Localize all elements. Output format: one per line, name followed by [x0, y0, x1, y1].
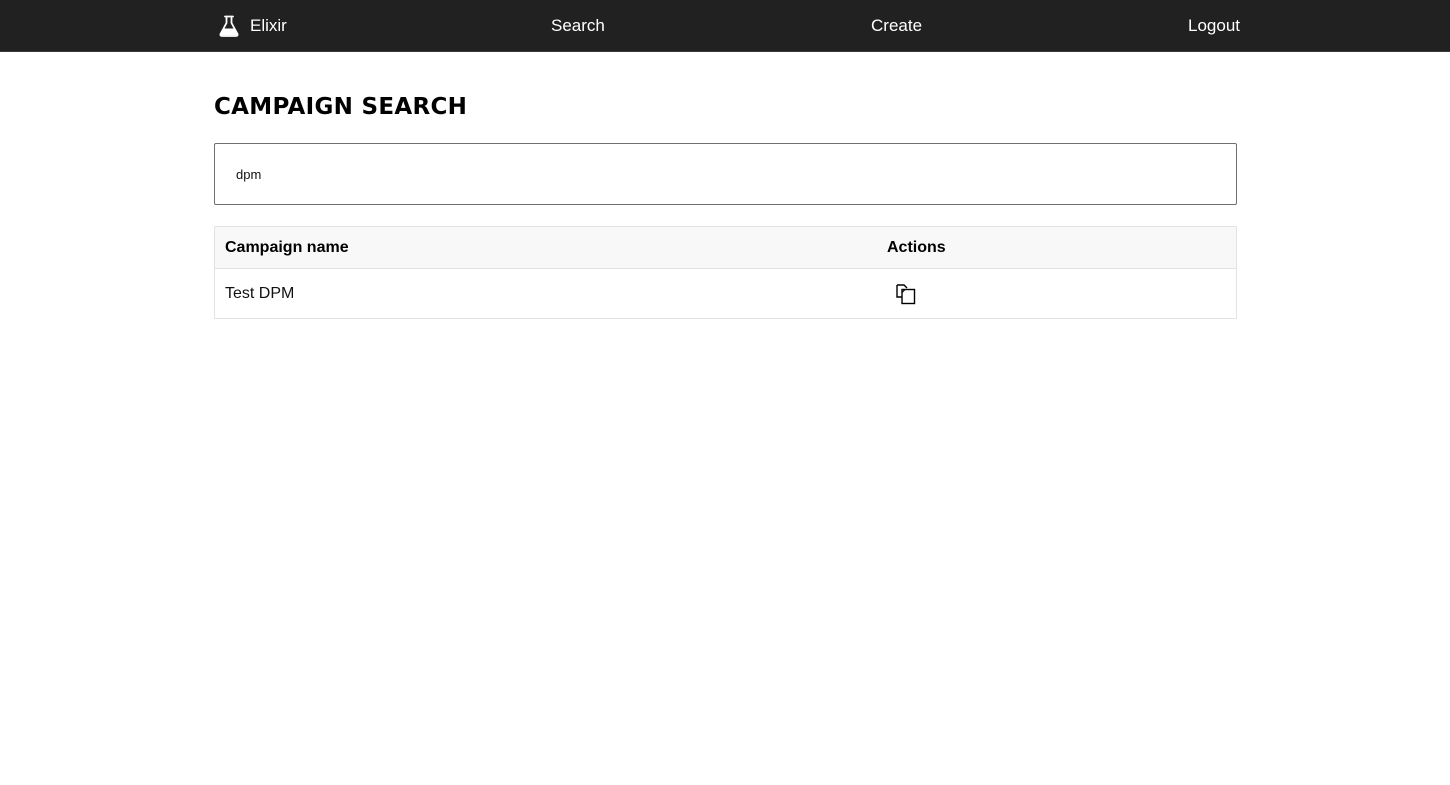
campaign-search-input[interactable]: [214, 143, 1237, 205]
column-header-campaign-name: Campaign name: [214, 226, 877, 269]
main-content: CAMPAIGN SEARCH Campaign name Actions Te…: [214, 90, 1237, 319]
brand-name: Elixir: [250, 16, 287, 35]
table-row: Test DPM: [215, 269, 1237, 319]
table-header-row: Campaign name Actions: [214, 226, 1237, 269]
nav-logout-link[interactable]: Logout: [1188, 14, 1240, 38]
nav-create-link[interactable]: Create: [871, 14, 922, 38]
results-table: Campaign name Actions Test DPM: [214, 226, 1237, 319]
top-navbar: Elixir Search Create Logout: [0, 0, 1450, 52]
nav-search-link[interactable]: Search: [551, 14, 605, 38]
copy-icon[interactable]: [894, 282, 918, 306]
page-title: CAMPAIGN SEARCH: [214, 94, 468, 120]
actions-cell: [877, 269, 1237, 319]
brand-link[interactable]: Elixir: [219, 14, 287, 38]
flask-icon: [219, 15, 239, 37]
campaign-name-cell: Test DPM: [225, 284, 295, 302]
column-header-actions: Actions: [877, 226, 1237, 269]
